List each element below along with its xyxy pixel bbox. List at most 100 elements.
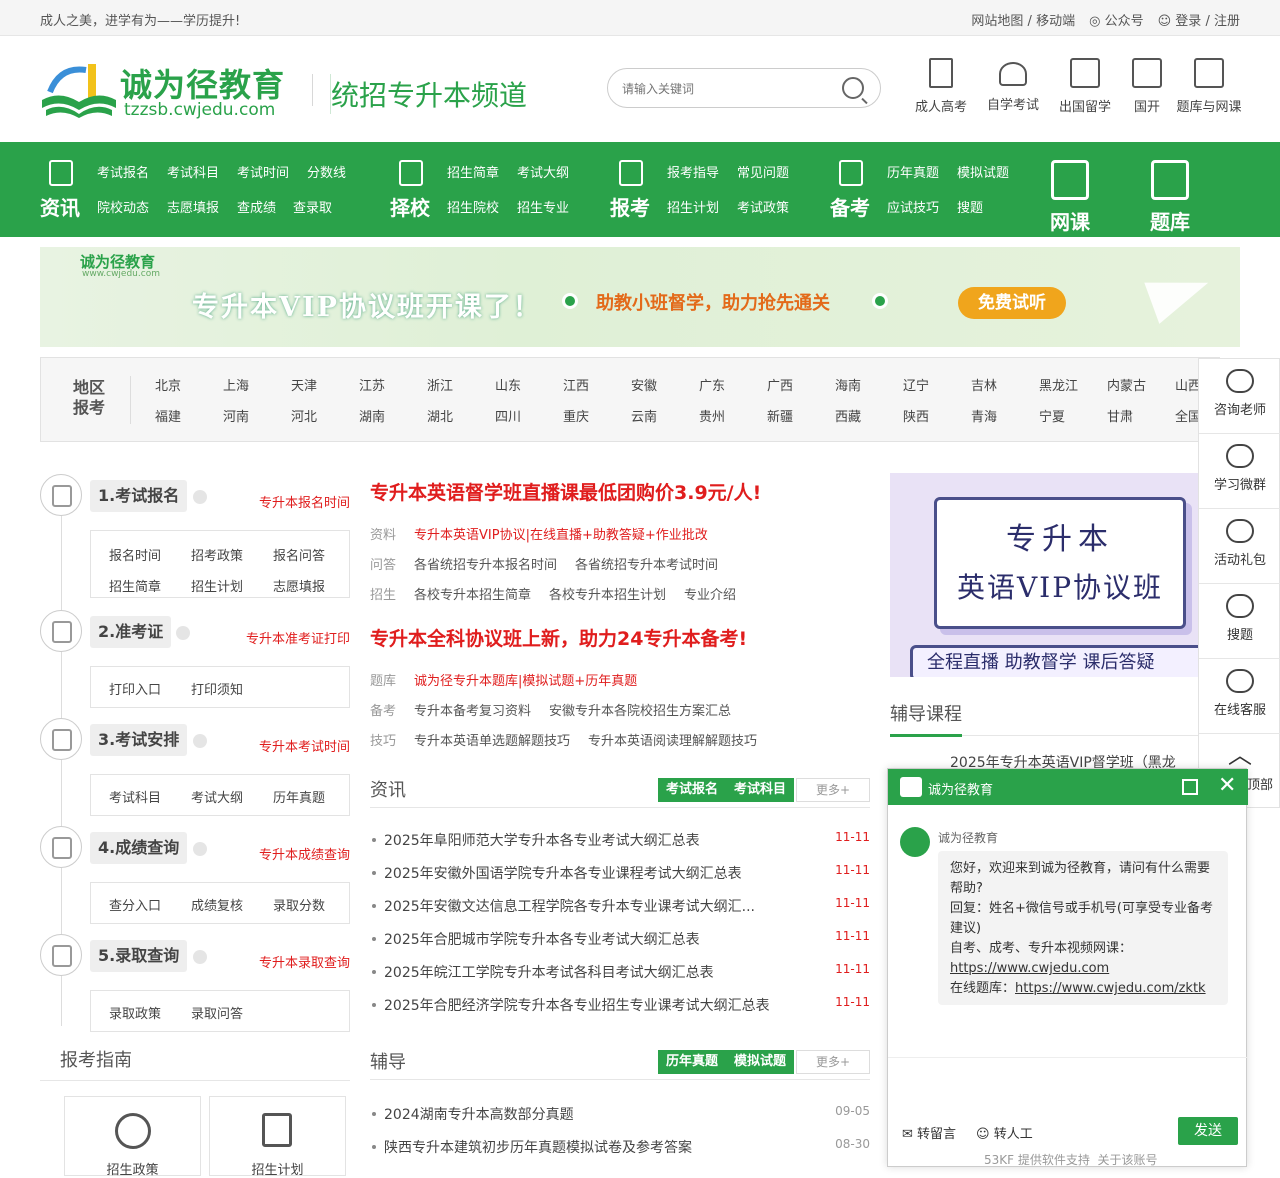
step-title[interactable]: 4.成绩查询 [90, 832, 188, 864]
side-consult[interactable]: 咨询老师 [1199, 359, 1280, 434]
free-trial-button[interactable]: 免费试听 [958, 287, 1066, 319]
region-link[interactable]: 重庆 [563, 406, 589, 425]
region-link[interactable]: 黑龙江 [1039, 375, 1078, 394]
register-link[interactable]: 注册 [1214, 14, 1240, 29]
maximize-icon[interactable] [1182, 779, 1198, 795]
side-wechat-group[interactable]: 学习微群 [1199, 434, 1280, 509]
region-link[interactable]: 河南 [223, 406, 249, 425]
sitemap-link[interactable]: 网站地图 [971, 14, 1023, 29]
send-button[interactable]: 发送 [1178, 1117, 1238, 1145]
nav-link[interactable]: 考试报名 [97, 162, 149, 181]
nav-section-title[interactable]: 择校 [390, 192, 430, 221]
list-item[interactable]: 2025年合肥城市学院专升本各专业考试大纲汇总表 11-11 [370, 929, 870, 949]
step-item[interactable]: 录取政策 [109, 1003, 161, 1022]
region-link[interactable]: 安徽 [631, 375, 657, 394]
headline[interactable]: 专升本英语督学班直播课最低团购价3.9元/人! [370, 478, 761, 505]
nav-section-title[interactable]: 报考 [610, 192, 650, 221]
region-link[interactable]: 吉林 [971, 375, 997, 394]
question-bank-link[interactable]: https://www.cwjedu.com/zktk [1015, 981, 1206, 996]
nav-link[interactable]: 报考指导 [667, 162, 719, 181]
step-title[interactable]: 3.考试安排 [90, 724, 188, 756]
region-link[interactable]: 云南 [631, 406, 657, 425]
side-support[interactable]: 在线客服 [1199, 659, 1280, 734]
nav-link[interactable]: 模拟试题 [957, 162, 1009, 181]
region-link[interactable]: 西藏 [835, 406, 861, 425]
list-item[interactable]: 2025年合肥经济学院专升本各专业招生专业课考试大纲汇总表 11-11 [370, 995, 870, 1015]
login-link[interactable]: 登录 [1175, 14, 1201, 29]
step-item[interactable]: 查分入口 [109, 895, 161, 914]
region-link[interactable]: 辽宁 [903, 375, 929, 394]
step-item[interactable]: 录取问答 [191, 1003, 243, 1022]
region-link[interactable]: 河北 [291, 406, 317, 425]
site-logo[interactable]: 诚为径教育 tzzsb.cwjedu.com [40, 54, 310, 124]
nav-link[interactable]: 查成绩 [237, 197, 276, 216]
region-link[interactable]: 新疆 [767, 406, 793, 425]
nav-study-abroad[interactable]: 出国留学 [1049, 54, 1121, 115]
step-title[interactable]: 1.考试报名 [90, 480, 188, 512]
region-link[interactable]: 福建 [155, 406, 181, 425]
search-icon[interactable] [842, 77, 864, 99]
guide-card-plan[interactable]: 招生计划 [209, 1096, 346, 1178]
website-link[interactable]: https://www.cwjedu.com [950, 961, 1109, 976]
step-item[interactable]: 志愿填报 [273, 576, 325, 595]
nav-link[interactable]: 考试政策 [737, 197, 789, 216]
step-item[interactable]: 打印须知 [191, 679, 243, 698]
promo-banner[interactable]: 诚为径教育 www.cwjedu.com 专升本VIP协议班开课了！ 助教小班督… [40, 247, 1240, 347]
step-link[interactable]: 专升本成绩查询 [259, 844, 350, 863]
region-link[interactable]: 天津 [291, 375, 317, 394]
nav-link[interactable]: 招生专业 [517, 197, 569, 216]
region-link[interactable]: 浙江 [427, 375, 453, 394]
nav-section-title[interactable]: 资讯 [40, 192, 80, 221]
region-link[interactable]: 甘肃 [1107, 406, 1133, 425]
list-item[interactable]: 陕西专升本建筑初步历年真题模拟试卷及参考答案 08-30 [370, 1137, 870, 1157]
about-account-link[interactable]: 关于该账号 [1098, 1153, 1158, 1167]
step-item[interactable]: 招生计划 [191, 576, 243, 595]
region-link[interactable]: 广东 [699, 375, 725, 394]
step-link[interactable]: 专升本考试时间 [259, 736, 350, 755]
nav-link[interactable]: 招生计划 [667, 197, 719, 216]
region-link[interactable]: 山东 [495, 375, 521, 394]
nav-link[interactable]: 常见问题 [737, 162, 789, 181]
mobile-link[interactable]: 移动端 [1036, 14, 1075, 29]
region-link[interactable]: 北京 [155, 375, 181, 394]
headline[interactable]: 专升本全科协议班上新，助力24专升本备考! [370, 624, 747, 651]
step-link[interactable]: 专升本报名时间 [259, 492, 350, 511]
step-item[interactable]: 考试科目 [109, 787, 161, 806]
nav-link[interactable]: 招生院校 [447, 197, 499, 216]
list-item[interactable]: 2025年安徽外国语学院专升本各专业课程考试大纲汇总表 11-11 [370, 863, 870, 883]
region-link[interactable]: 宁夏 [1039, 406, 1065, 425]
step-item[interactable]: 考试大纲 [191, 787, 243, 806]
list-item[interactable]: 2025年皖江工学院专升本考试各科目考试大纲汇总表 11-11 [370, 962, 870, 982]
list-item[interactable]: 2024湖南专升本高数部分真题 09-05 [370, 1104, 870, 1124]
question-bank-button[interactable]: 题库 [1140, 160, 1200, 235]
step-item[interactable]: 打印入口 [109, 679, 161, 698]
nav-link[interactable]: 搜题 [957, 197, 983, 216]
step-title[interactable]: 2.准考证 [90, 616, 172, 648]
step-title[interactable]: 5.录取查询 [90, 940, 188, 972]
step-item[interactable]: 招考政策 [191, 545, 243, 564]
region-link[interactable]: 陕西 [903, 406, 929, 425]
region-link[interactable]: 广西 [767, 375, 793, 394]
region-link[interactable]: 内蒙古 [1107, 375, 1146, 394]
tab-past-papers[interactable]: 历年真题 [658, 1050, 726, 1074]
tab-registration[interactable]: 考试报名 [658, 778, 726, 802]
region-link[interactable]: 湖南 [359, 406, 385, 425]
nav-link[interactable]: 历年真题 [887, 162, 939, 181]
more-link[interactable]: 更多+ [796, 778, 870, 802]
region-link[interactable]: 四川 [495, 406, 521, 425]
close-icon[interactable]: ✕ [1218, 775, 1236, 797]
nav-self-study[interactable]: 自学考试 [977, 54, 1049, 115]
guide-card-policy[interactable]: 招生政策 [64, 1096, 201, 1178]
nav-question-bank[interactable]: 题库与网课 [1173, 54, 1245, 115]
step-item[interactable]: 成绩复核 [191, 895, 243, 914]
step-item[interactable]: 招生简章 [109, 576, 161, 595]
tab-subjects[interactable]: 考试科目 [726, 778, 794, 802]
list-item[interactable]: 2025年阜阳师范大学专升本各专业考试大纲汇总表 11-11 [370, 830, 870, 850]
side-gift[interactable]: 活动礼包 [1199, 509, 1280, 584]
step-item[interactable]: 录取分数 [273, 895, 325, 914]
nav-link[interactable]: 应试技巧 [887, 197, 939, 216]
region-link[interactable]: 江西 [563, 375, 589, 394]
nav-link[interactable]: 院校动态 [97, 197, 149, 216]
online-course-button[interactable]: 网课 [1040, 160, 1100, 235]
nav-link[interactable]: 考试时间 [237, 162, 289, 181]
